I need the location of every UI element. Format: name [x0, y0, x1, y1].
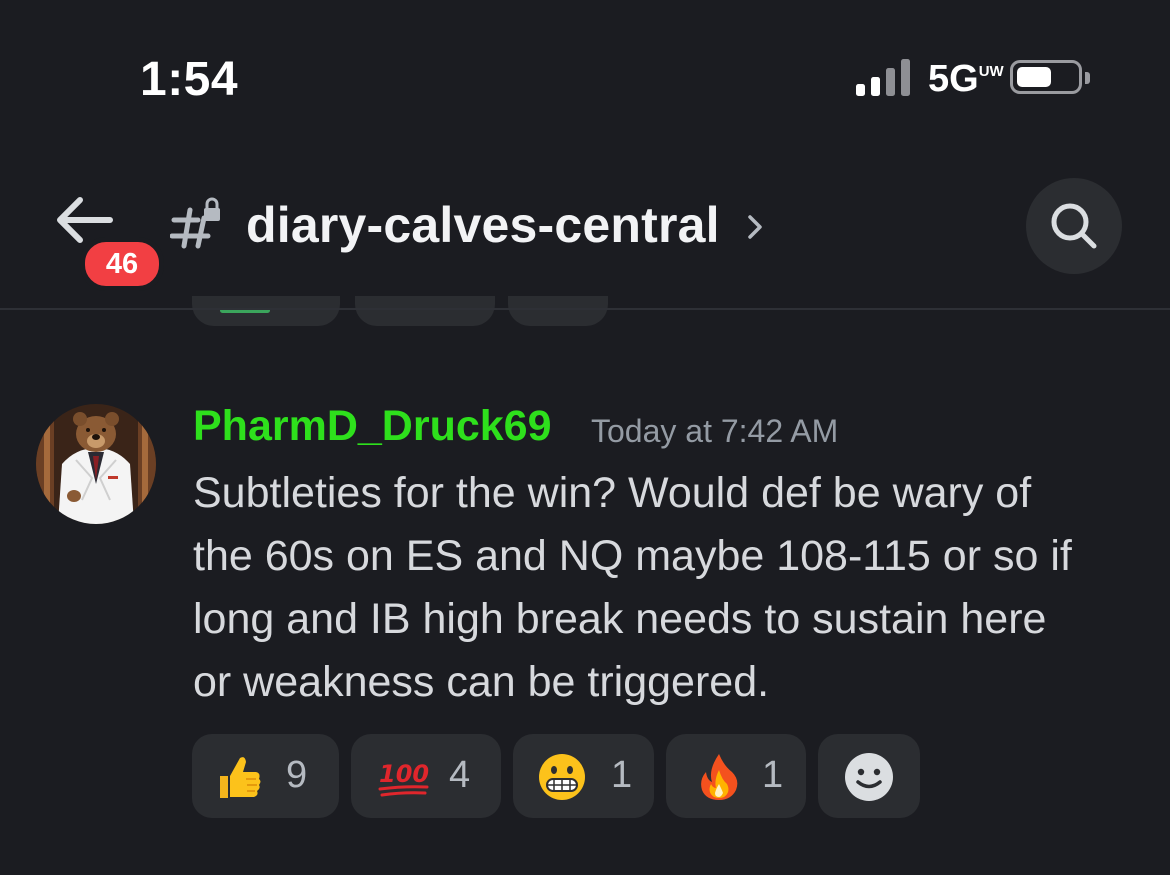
network-indicator: 5GUW [928, 58, 1004, 101]
reaction-count: 9 [286, 754, 308, 796]
hundred-points-icon: 100 [378, 760, 429, 797]
reaction-hundred[interactable]: 100 4 [351, 734, 501, 818]
message-content: Subtleties for the win? Would def be war… [193, 462, 1113, 714]
network-subtype: UW [978, 63, 1004, 80]
chevron-right-icon[interactable] [744, 212, 766, 242]
unread-count-badge: 46 [80, 237, 164, 291]
svg-text:100: 100 [379, 760, 429, 788]
previous-reaction-chip[interactable] [508, 296, 608, 326]
discord-channel-screen: 1:54 5GUW 46 diary-calves-central PharmD… [0, 0, 1170, 875]
message-line: long and IB high break needs to sustain … [193, 595, 1047, 643]
status-time: 1:54 [140, 53, 239, 106]
battery-level [1017, 67, 1051, 87]
reaction-count: 4 [449, 754, 471, 796]
fire-icon [701, 754, 738, 800]
bear-avatar-image [36, 404, 156, 524]
reaction-thumbs-up[interactable]: 9 [192, 734, 339, 818]
cellular-signal-icon [856, 59, 910, 96]
avatar[interactable] [36, 404, 156, 524]
search-icon [1051, 203, 1097, 249]
add-reaction-smiley-icon [845, 753, 893, 801]
channel-name[interactable]: diary-calves-central [246, 196, 720, 254]
message-line: Subtleties for the win? Would def be war… [193, 469, 1032, 517]
reaction-grimacing[interactable]: 1 [513, 734, 654, 818]
battery-cap [1085, 72, 1090, 84]
grimacing-face-icon [539, 754, 585, 800]
message-line: or weakness can be triggered. [193, 658, 770, 706]
hashtag-lock-icon [170, 197, 220, 249]
header-divider [0, 308, 1170, 310]
search-button[interactable] [1026, 178, 1122, 274]
reaction-count: 1 [762, 754, 784, 796]
reaction-fire[interactable]: 1 [666, 734, 806, 818]
add-reaction-button[interactable] [818, 734, 920, 818]
network-type: 5G [928, 58, 979, 100]
message-author[interactable]: PharmD_Druck69 [193, 402, 552, 451]
reaction-count: 1 [611, 754, 633, 796]
previous-reaction-chip[interactable] [355, 296, 495, 326]
battery-icon [1010, 60, 1082, 94]
thumbs-up-icon [220, 757, 261, 798]
message-timestamp: Today at 7:42 AM [591, 413, 839, 449]
message-line: the 60s on ES and NQ maybe 108-115 or so… [193, 532, 1072, 580]
